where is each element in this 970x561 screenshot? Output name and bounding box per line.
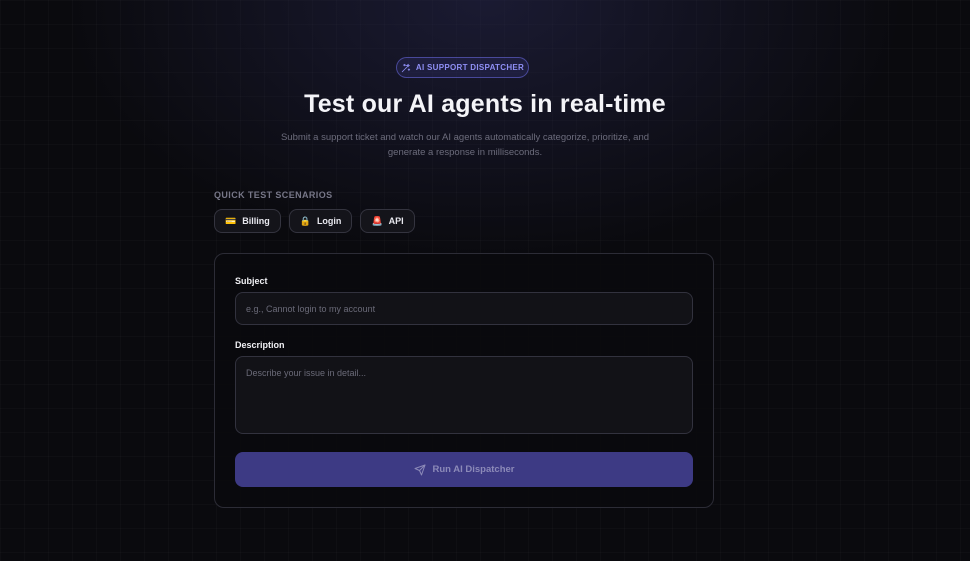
page-title: Test our AI agents in real-time [304,90,666,118]
chip-label: Login [316,216,342,226]
run-ai-dispatcher-button[interactable]: Run AI Dispatcher [235,452,693,487]
description-label: Description [235,340,285,350]
description-placeholder: Describe your issue in detail... [246,368,367,378]
subject-input[interactable]: e.g., Cannot login to my account [235,292,693,325]
ai-support-dispatcher-badge: AI SUPPORT DISPATCHER [396,57,529,78]
quick-test-label: QUICK TEST SCENARIOS [214,190,333,200]
run-button-label: Run AI Dispatcher [432,464,515,475]
ticket-form-card: Subject e.g., Cannot login to my account… [214,253,714,508]
subject-placeholder: e.g., Cannot login to my account [246,303,376,314]
siren-icon: 🚨 [371,215,383,226]
chip-billing[interactable]: 💳 Billing [214,209,281,233]
chip-label: API [388,216,404,226]
subtitle-line-2: generate a response in milliseconds. [387,147,543,158]
subject-label: Subject [235,276,268,286]
quick-test-chips: 💳 Billing 🔒 Login 🚨 API [214,209,415,233]
chip-api[interactable]: 🚨 API [360,209,415,233]
credit-card-icon: 💳 [225,215,237,226]
lock-icon: 🔒 [299,215,311,226]
sparkles-icon [401,63,411,72]
page-subtitle: Submit a support ticket and watch our AI… [265,130,665,160]
chip-label: Billing [242,216,270,226]
send-icon [414,464,425,475]
chip-login[interactable]: 🔒 Login [288,209,353,233]
description-textarea[interactable]: Describe your issue in detail... [235,356,693,434]
badge-label: AI SUPPORT DISPATCHER [415,63,525,72]
subtitle-line-1: Submit a support ticket and watch our AI… [280,132,650,143]
